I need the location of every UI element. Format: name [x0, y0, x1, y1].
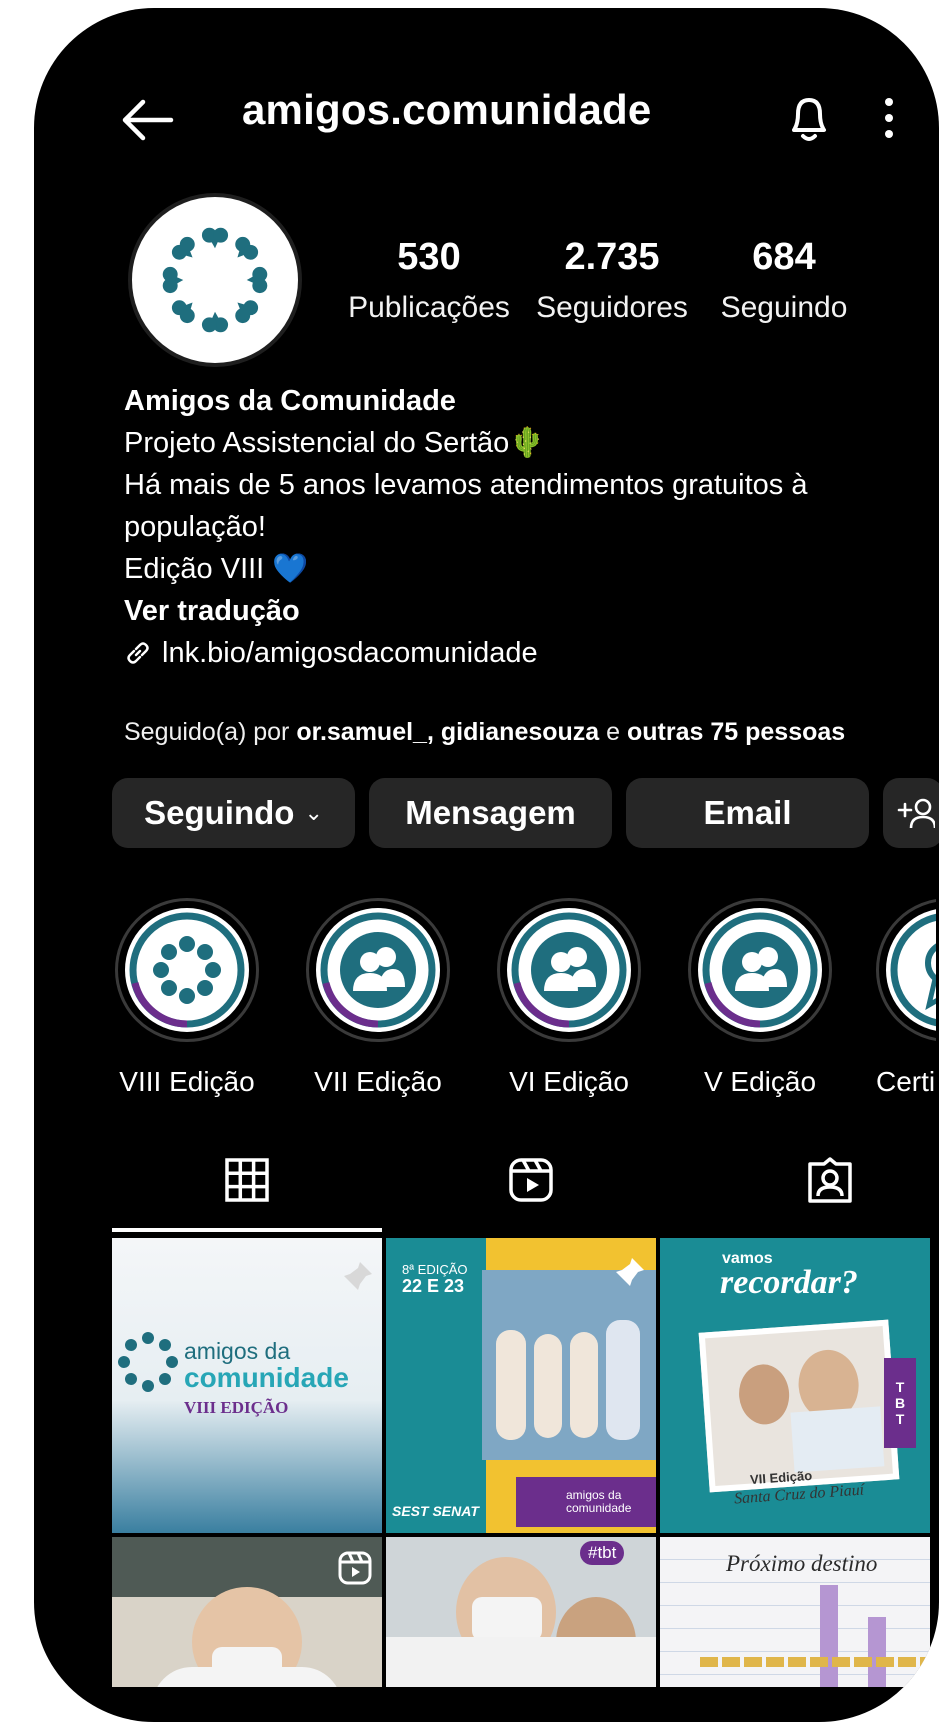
highlight-cover — [115, 898, 259, 1042]
bell-icon[interactable] — [784, 90, 834, 146]
pin-icon — [344, 1262, 372, 1290]
followed-by-conj: e — [599, 718, 628, 746]
post-text: 8ª EDIÇÃO — [402, 1262, 468, 1277]
reels-icon[interactable] — [507, 1156, 555, 1204]
bio-line: Projeto Assistencial do Sertão🌵 — [124, 427, 546, 459]
post-banner: amigos da comunidade — [516, 1477, 656, 1527]
highlight-label: Certi — [876, 1066, 936, 1097]
posts-count: 530 — [397, 236, 461, 278]
stat-posts[interactable]: 530 Publicações — [339, 236, 519, 325]
bio-link-text: lnk.bio/amigosdacomunidade — [162, 637, 538, 669]
post-graphic — [820, 1585, 838, 1687]
post-text: TBT — [892, 1379, 908, 1427]
phone-frame: amigos.comunidade 530 Publicações 2.735 … — [34, 8, 939, 1722]
post-graphic — [868, 1617, 886, 1687]
profile-screen: amigos.comunidade 530 Publicações 2.735 … — [79, 8, 939, 1722]
tbt-tag: #tbt — [580, 1541, 625, 1565]
people-icon — [507, 908, 631, 1032]
tbt-tag: TBT — [884, 1358, 916, 1448]
message-button-label: Mensagem — [405, 794, 576, 831]
following-label: Seguindo — [720, 291, 848, 324]
highlight-cover — [876, 898, 936, 1042]
top-bar: amigos.comunidade — [79, 68, 893, 158]
stat-following[interactable]: 684 Seguindo — [714, 236, 854, 325]
highlight-vii-edicao[interactable]: VII Edição — [303, 898, 453, 1098]
highlight-viii-edicao[interactable]: VIII Edição — [112, 898, 262, 1098]
pin-icon — [616, 1258, 644, 1286]
community-logo-icon — [118, 1332, 178, 1392]
highlight-label: VI Edição — [509, 1066, 629, 1097]
bio-line: Há mais de 5 anos levamos atendimentos g… — [124, 469, 808, 543]
grid-icon[interactable] — [223, 1156, 271, 1204]
following-count: 684 — [752, 236, 816, 278]
followers-label: Seguidores — [536, 291, 688, 324]
post-text: VIII EDIÇÃO — [184, 1398, 289, 1417]
followed-by-prefix: Seguido(a) por — [124, 718, 297, 746]
following-button-label: Seguindo — [144, 794, 295, 831]
followers-count: 2.735 — [564, 236, 660, 278]
post-thumbnail-4[interactable] — [112, 1537, 382, 1687]
post-thumbnail-5[interactable]: #tbt — [386, 1537, 656, 1687]
highlight-cover — [688, 898, 832, 1042]
post-text: SEST SENAT — [392, 1503, 479, 1519]
posts-label: Publicações — [348, 291, 510, 324]
post-text: amigos da comunidade — [566, 1488, 632, 1515]
following-button[interactable]: Seguindo ⌄ — [112, 778, 355, 848]
bio-link[interactable]: lnk.bio/amigosdacomunidade — [124, 632, 904, 674]
post-text: comunidade — [184, 1362, 349, 1393]
highlight-label: VIII Edição — [119, 1066, 255, 1097]
post-photo — [482, 1270, 656, 1460]
profile-display-name: Amigos da Comunidade — [124, 385, 456, 417]
certificate-icon — [886, 909, 936, 1031]
stat-followers[interactable]: 2.735 Seguidores — [531, 236, 693, 325]
back-arrow-icon[interactable] — [119, 98, 175, 142]
add-user-button[interactable] — [883, 778, 939, 848]
followed-by[interactable]: Seguido(a) por or.samuel_, gidianesouza … — [124, 718, 845, 747]
tagged-icon[interactable] — [806, 1156, 854, 1204]
add-user-icon — [897, 798, 935, 829]
post-thumbnail-1[interactable]: amigos da comunidade VIII EDIÇÃO — [112, 1238, 382, 1533]
active-tab-indicator — [112, 1228, 382, 1232]
post-thumbnail-3[interactable]: vamos recordar? TBT VII Edição Santa Cru… — [660, 1238, 930, 1533]
highlight-certificado[interactable]: Certi — [876, 898, 936, 1098]
post-thumbnail-6[interactable]: Próximo destino — [660, 1537, 930, 1687]
post-photo — [698, 1319, 900, 1493]
profile-username: amigos.comunidade — [242, 86, 652, 133]
people-icon — [316, 908, 440, 1032]
email-button-label: Email — [703, 794, 792, 831]
highlight-label: VII Edição — [314, 1066, 442, 1097]
post-thumbnail-2[interactable]: 8ª EDIÇÃO 22 E 23 amigos da comunidade S… — [386, 1238, 656, 1533]
see-translation-link[interactable]: Ver tradução — [124, 590, 904, 632]
logo-icon — [125, 908, 249, 1032]
bio-line: Edição VIII 💙 — [124, 553, 309, 585]
followed-by-names: or.samuel_, gidianesouza — [296, 718, 600, 746]
profile-bio: Amigos da Comunidade Projeto Assistencia… — [124, 380, 904, 674]
reels-icon — [338, 1551, 372, 1585]
profile-avatar[interactable] — [128, 193, 302, 367]
email-button[interactable]: Email — [626, 778, 869, 848]
post-text: 22 E 23 — [402, 1276, 465, 1296]
highlight-cover — [306, 898, 450, 1042]
post-text: recordar? — [720, 1264, 858, 1301]
post-text: amigos da — [184, 1338, 291, 1364]
highlight-vi-edicao[interactable]: VI Edição — [494, 898, 644, 1098]
highlight-cover — [497, 898, 641, 1042]
post-text: Próximo destino — [726, 1551, 878, 1576]
more-options-icon[interactable] — [879, 90, 899, 146]
highlight-v-edicao[interactable]: V Edição — [685, 898, 835, 1098]
people-icon — [698, 908, 822, 1032]
link-icon — [127, 642, 149, 664]
followed-by-others: outras 75 pessoas — [627, 718, 846, 746]
chevron-down-icon: ⌄ — [304, 800, 323, 825]
highlight-label: V Edição — [703, 1066, 817, 1097]
message-button[interactable]: Mensagem — [369, 778, 612, 848]
community-logo-icon — [162, 227, 268, 333]
